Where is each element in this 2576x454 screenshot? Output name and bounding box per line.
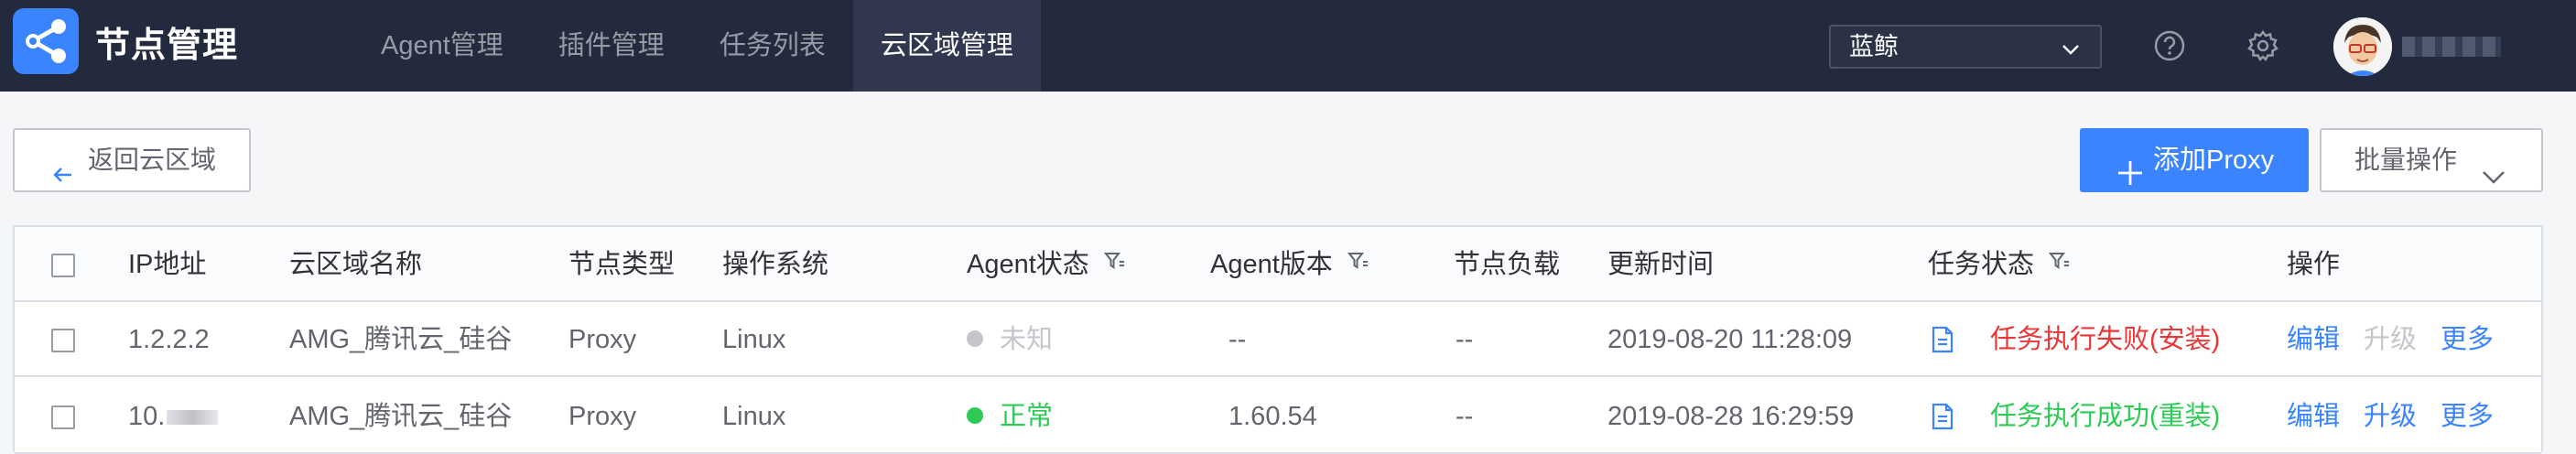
agent-status: 未知 (967, 302, 1053, 377)
arrow-left-icon (51, 148, 75, 209)
nav-cloud-area-management[interactable]: 云区域管理 (852, 0, 1041, 92)
agent-status: 正常 (967, 379, 1053, 454)
proxy-table: IP地址 云区域名称 节点类型 操作系统 Agent状态 Agent版本 节点负… (13, 225, 2543, 454)
table-header: IP地址 云区域名称 节点类型 操作系统 Agent状态 Agent版本 节点负… (15, 227, 2541, 302)
node-load: -- (1456, 402, 1474, 431)
column-agent-version-label: Agent版本 (1210, 250, 1333, 279)
back-button-label: 返回云区域 (88, 146, 217, 174)
nav-plugin-management[interactable]: 插件管理 (531, 0, 692, 92)
cloud-area-name: AMG_腾讯云_硅谷 (289, 402, 513, 431)
column-node-type: 节点类型 (568, 250, 676, 279)
agent-status-text: 未知 (1000, 325, 1054, 354)
business-select-value: 蓝鲸 (1849, 33, 1899, 60)
node-type: Proxy (568, 402, 637, 431)
add-proxy-label: 添加Proxy (2153, 146, 2275, 175)
table-row: 1.2.2.2 AMG_腾讯云_硅谷 Proxy Linux 未知 -- -- … (15, 302, 2541, 377)
main-nav: Agent管理 插件管理 任务列表 云区域管理 (353, 0, 1041, 92)
update-time: 2019-08-20 11:28:09 (1607, 325, 1853, 354)
user-avatar[interactable] (2333, 17, 2392, 76)
help-icon[interactable] (2153, 29, 2186, 67)
column-actions: 操作 (2287, 250, 2341, 279)
filter-icon[interactable] (2049, 226, 2071, 301)
agent-version: 1.60.54 (1228, 402, 1317, 431)
ip-address-text: 1.2.2.2 (128, 325, 210, 354)
add-proxy-button[interactable]: 添加Proxy (2080, 128, 2309, 192)
agent-status-text: 正常 (1000, 402, 1054, 431)
column-node-load: 节点负载 (1454, 250, 1561, 279)
document-icon[interactable] (1930, 403, 1955, 435)
gear-icon[interactable] (2246, 29, 2279, 67)
batch-operation-label: 批量操作 (2354, 146, 2458, 174)
node-type: Proxy (568, 325, 637, 354)
edit-link[interactable]: 编辑 (2287, 302, 2340, 377)
document-icon[interactable] (1930, 326, 1955, 358)
business-select[interactable]: 蓝鲸 (1829, 25, 2102, 69)
status-dot-icon (967, 330, 983, 348)
update-time: 2019-08-28 16:29:59 (1607, 402, 1855, 431)
upgrade-link[interactable]: 升级 (2364, 379, 2417, 454)
table-row: 10. AMG_腾讯云_硅谷 Proxy Linux 正常 1.60.54 --… (15, 379, 2541, 454)
cloud-area-name: AMG_腾讯云_硅谷 (289, 325, 513, 354)
column-agent-version: Agent版本 (1210, 227, 1369, 302)
nav-task-list[interactable]: 任务列表 (692, 0, 853, 92)
ip-address-text: 10. (128, 402, 166, 431)
plus-icon (2116, 146, 2144, 211)
ip-address: 10. (128, 379, 219, 454)
filter-icon[interactable] (1103, 226, 1126, 301)
user-name-redacted[interactable] (2402, 37, 2501, 57)
status-dot-icon (967, 407, 983, 425)
upgrade-link: 升级 (2364, 325, 2418, 354)
agent-version: -- (1228, 325, 1247, 354)
column-agent-status-label: Agent状态 (967, 250, 1089, 279)
column-task-status-label: 任务状态 (1928, 250, 2035, 279)
back-to-cloud-area-button[interactable]: 返回云区域 (13, 128, 251, 192)
row-checkbox[interactable] (51, 329, 75, 352)
app-title: 节点管理 (95, 27, 239, 65)
top-navigation-bar: 节点管理 Agent管理 插件管理 任务列表 云区域管理 蓝鲸 (0, 0, 2576, 92)
app-logo-icon[interactable] (13, 8, 79, 74)
column-cloud-name: 云区域名称 (289, 250, 423, 279)
task-status-failed-link[interactable]: 任务执行失败(安装) (1990, 302, 2220, 377)
filter-icon[interactable] (1347, 226, 1369, 301)
task-status-success-link[interactable]: 任务执行成功(重装) (1990, 379, 2220, 454)
more-link[interactable]: 更多 (2441, 302, 2494, 377)
redacted-ip-mask (167, 410, 219, 426)
edit-link[interactable]: 编辑 (2287, 379, 2340, 454)
nav-agent-management[interactable]: Agent管理 (353, 0, 531, 92)
batch-operation-dropdown[interactable]: 批量操作 (2320, 128, 2543, 192)
operating-system: Linux (722, 325, 786, 354)
select-all-checkbox[interactable] (51, 254, 75, 277)
column-agent-status: Agent状态 (967, 227, 1126, 302)
more-link[interactable]: 更多 (2441, 379, 2494, 454)
column-update-time: 更新时间 (1607, 250, 1715, 279)
column-os: 操作系统 (722, 250, 829, 279)
row-checkbox[interactable] (51, 405, 75, 429)
chevron-down-icon (2058, 34, 2084, 74)
ip-address: 1.2.2.2 (128, 302, 210, 377)
operating-system: Linux (722, 402, 786, 431)
node-load: -- (1456, 325, 1474, 354)
column-task-status: 任务状态 (1928, 227, 2071, 302)
column-ip: IP地址 (128, 250, 207, 279)
chevron-down-icon (2481, 150, 2506, 211)
